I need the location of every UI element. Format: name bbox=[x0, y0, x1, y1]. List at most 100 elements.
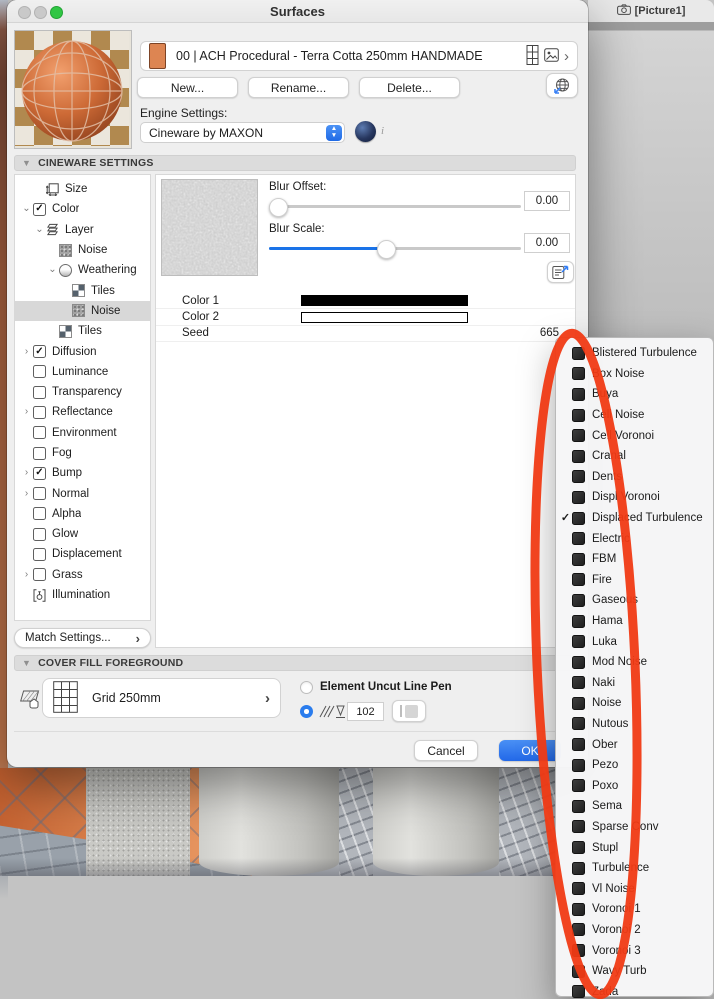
dialog-titlebar[interactable]: Surfaces bbox=[7, 0, 588, 23]
menu-item-fbm[interactable]: FBM bbox=[556, 549, 713, 570]
delete-button[interactable]: Delete... bbox=[359, 77, 460, 98]
tree-item-grass[interactable]: › Grass bbox=[15, 565, 150, 585]
chevron-down-icon[interactable]: ⌄ bbox=[33, 224, 46, 235]
checkbox-unchecked-icon[interactable] bbox=[33, 426, 46, 440]
cover-fill-selector[interactable]: Grid 250mm › bbox=[42, 678, 281, 718]
menu-item-stupl[interactable]: Stupl bbox=[556, 837, 713, 858]
chevron-right-icon[interactable]: › bbox=[20, 346, 33, 357]
menu-item-blistered-turbulence[interactable]: Blistered Turbulence bbox=[556, 343, 713, 364]
menu-item-box-noise[interactable]: Box Noise bbox=[556, 364, 713, 385]
ok-button[interactable]: OK bbox=[499, 740, 561, 761]
new-button[interactable]: New... bbox=[137, 77, 238, 98]
cinema4d-icon[interactable] bbox=[355, 121, 376, 142]
tree-item-noise[interactable]: Noise bbox=[15, 300, 150, 322]
match-settings-button[interactable]: Match Settings... › bbox=[14, 628, 151, 648]
close-button[interactable] bbox=[18, 6, 31, 19]
custom-pen-radio[interactable] bbox=[300, 705, 313, 718]
texture-image-icon[interactable] bbox=[544, 47, 559, 65]
material-name-field[interactable]: 00 | ACH Procedural - Terra Cotta 250mm … bbox=[140, 41, 578, 71]
checkbox-unchecked-icon[interactable] bbox=[33, 487, 46, 501]
chevron-right-icon[interactable]: › bbox=[20, 488, 33, 499]
menu-item-displaced-turbulence[interactable]: ✓ Displaced Turbulence bbox=[556, 508, 713, 529]
menu-item-electric[interactable]: Electric bbox=[556, 528, 713, 549]
checkbox-unchecked-icon[interactable] bbox=[33, 547, 46, 561]
property-row-seed[interactable]: Seed 665 bbox=[156, 326, 575, 343]
chevron-right-icon[interactable]: › bbox=[20, 407, 33, 417]
menu-item-voronoi-3[interactable]: Voronoi 3 bbox=[556, 940, 713, 961]
tree-item-luminance[interactable]: Luminance bbox=[15, 362, 150, 382]
tree-item-glow[interactable]: Glow bbox=[15, 524, 150, 544]
blur-offset-slider[interactable] bbox=[269, 197, 521, 217]
info-icon[interactable]: i bbox=[381, 125, 384, 137]
download-surfaces-button[interactable] bbox=[546, 73, 578, 98]
checkbox-unchecked-icon[interactable] bbox=[33, 527, 46, 541]
checkbox-unchecked-icon[interactable] bbox=[33, 568, 46, 582]
menu-item-noise[interactable]: Noise bbox=[556, 693, 713, 714]
section-cover-fill-foreground[interactable]: ▼ COVER FILL FOREGROUND bbox=[14, 655, 576, 671]
rename-button[interactable]: Rename... bbox=[248, 77, 349, 98]
edit-shader-button[interactable] bbox=[547, 261, 574, 283]
color-swatch[interactable] bbox=[301, 295, 468, 307]
menu-item-voronoi-1[interactable]: Voronoi 1 bbox=[556, 899, 713, 920]
checkbox-unchecked-icon[interactable] bbox=[33, 365, 46, 379]
menu-item-poxo[interactable]: Poxo bbox=[556, 775, 713, 796]
tree-item-alpha[interactable]: Alpha bbox=[15, 504, 150, 524]
menu-item-buya[interactable]: Buya bbox=[556, 384, 713, 405]
blur-offset-value[interactable]: 0.00 bbox=[524, 191, 570, 211]
menu-item-sparse-conv[interactable]: Sparse Conv bbox=[556, 817, 713, 838]
fill-grid-icon[interactable] bbox=[526, 44, 539, 68]
menu-item-zada[interactable]: Zada bbox=[556, 981, 713, 999]
chevron-down-icon[interactable]: ⌄ bbox=[46, 265, 59, 275]
checkbox-unchecked-icon[interactable] bbox=[33, 507, 46, 521]
chevron-down-icon[interactable]: ⌄ bbox=[20, 204, 33, 214]
menu-item-turbulence[interactable]: Turbulence bbox=[556, 858, 713, 879]
menu-item-hama[interactable]: Hama bbox=[556, 611, 713, 632]
tree-item-transparency[interactable]: Transparency bbox=[15, 382, 150, 402]
zoom-button[interactable] bbox=[50, 6, 63, 19]
menu-item-fire[interactable]: Fire bbox=[556, 570, 713, 591]
menu-item-vl-noise[interactable]: Vl Noise bbox=[556, 878, 713, 899]
tree-item-normal[interactable]: › Normal bbox=[15, 483, 150, 503]
tree-item-color[interactable]: ⌄ ✓ Color bbox=[15, 199, 150, 219]
menu-item-cell-voronoi[interactable]: Cell Voronoi bbox=[556, 425, 713, 446]
menu-item-dents[interactable]: Dents bbox=[556, 467, 713, 488]
menu-item-pezo[interactable]: Pezo bbox=[556, 755, 713, 776]
menu-item-naki[interactable]: Naki bbox=[556, 673, 713, 694]
menu-item-wavy-turb[interactable]: Wavy Turb bbox=[556, 961, 713, 982]
pen-number-field[interactable]: 102 bbox=[347, 702, 384, 721]
menu-item-luka[interactable]: Luka bbox=[556, 631, 713, 652]
menu-item-nutous[interactable]: Nutous bbox=[556, 714, 713, 735]
chevron-right-icon[interactable]: › bbox=[564, 49, 569, 64]
minimize-button[interactable] bbox=[34, 6, 47, 19]
checkbox-unchecked-icon[interactable] bbox=[33, 405, 46, 419]
tree-item-layer[interactable]: ⌄ Layer bbox=[15, 220, 150, 240]
menu-item-gaseous[interactable]: Gaseous bbox=[556, 590, 713, 611]
menu-item-ober[interactable]: Ober bbox=[556, 734, 713, 755]
tree-item-displacement[interactable]: Displacement bbox=[15, 544, 150, 564]
tree-item-tiles[interactable]: Tiles bbox=[15, 321, 150, 341]
tree-item-size[interactable]: Size bbox=[15, 179, 150, 199]
color-swatch[interactable] bbox=[301, 311, 468, 323]
tree-item-tiles[interactable]: Tiles bbox=[15, 280, 150, 300]
blur-scale-value[interactable]: 0.00 bbox=[524, 233, 570, 253]
menu-item-cell-noise[interactable]: Cell Noise bbox=[556, 405, 713, 426]
property-row-color-1[interactable]: Color 1 bbox=[156, 293, 575, 310]
checkbox-checked-icon[interactable]: ✓ bbox=[33, 466, 46, 480]
checkbox-unchecked-icon[interactable] bbox=[33, 446, 46, 460]
noise-preview-thumbnail[interactable] bbox=[161, 179, 258, 276]
chevron-right-icon[interactable]: › bbox=[20, 569, 33, 580]
pen-color-button[interactable] bbox=[392, 700, 426, 722]
blur-scale-slider[interactable] bbox=[269, 239, 521, 259]
tree-item-reflectance[interactable]: › Reflectance bbox=[15, 402, 150, 422]
menu-item-voronoi-2[interactable]: Voronoi 2 bbox=[556, 920, 713, 941]
section-cineware-settings[interactable]: ▼ CINEWARE SETTINGS bbox=[14, 155, 576, 171]
tree-item-diffusion[interactable]: › ✓ Diffusion bbox=[15, 341, 150, 361]
menu-item-sema[interactable]: Sema bbox=[556, 796, 713, 817]
menu-item-mod-noise[interactable]: Mod Noise bbox=[556, 652, 713, 673]
engine-select[interactable]: Cineware by MAXON ▲ ▼ bbox=[140, 122, 345, 143]
menu-item-displ-voronoi[interactable]: Displ Voronoi bbox=[556, 487, 713, 508]
cancel-button[interactable]: Cancel bbox=[414, 740, 478, 761]
element-uncut-line-pen-radio[interactable] bbox=[300, 681, 313, 694]
tree-item-noise[interactable]: Noise bbox=[15, 240, 150, 260]
tree-item-environment[interactable]: Environment bbox=[15, 423, 150, 443]
